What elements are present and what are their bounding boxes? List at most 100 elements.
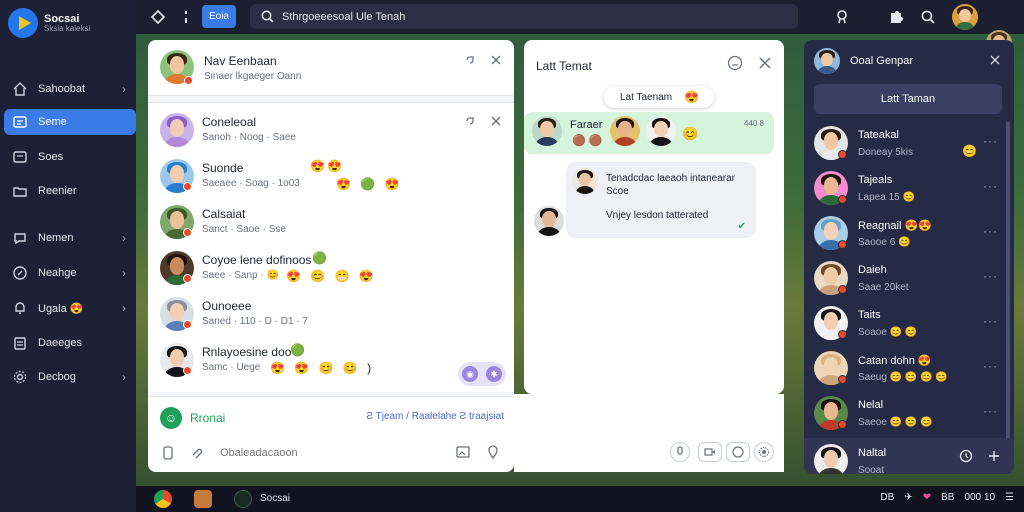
list-item[interactable]: Reagnail 😍😍 Saooe 6 😊 ··· — [812, 212, 998, 256]
chevron-right-icon: › — [122, 301, 126, 315]
attach-icon[interactable] — [160, 445, 176, 461]
conversation-pill[interactable]: Lat Taenam 😍 — [604, 86, 714, 108]
emoji-icon[interactable] — [726, 442, 750, 462]
list-item[interactable]: Suonde 😍😍 Saeaee · Soag · 1o03 😍 🟢 😍 — [160, 155, 500, 197]
list-item[interactable]: Coyoe lene dofinoos 🟢 Saee · Sanp · 😊 😍 … — [160, 247, 500, 289]
status-dot — [838, 420, 847, 429]
friend-name: Daieh — [858, 264, 887, 276]
highlight-card[interactable]: Faraer 🟤🟤 😊 440 8 — [524, 112, 774, 154]
more-icon[interactable]: ··· — [983, 134, 998, 148]
tray-item[interactable]: ❤ — [923, 492, 931, 503]
pin-icon[interactable] — [484, 443, 502, 461]
status-dot — [838, 330, 847, 339]
friend-name: Naltal — [858, 447, 887, 459]
camera-icon[interactable]: ◉ — [462, 366, 478, 382]
sidebar-item-soes[interactable]: Soes — [4, 144, 136, 170]
tray-item[interactable]: ✈ — [904, 492, 912, 503]
settings-icon[interactable] — [754, 442, 774, 462]
avatar — [160, 113, 194, 147]
more-icon[interactable]: ··· — [983, 224, 998, 238]
mic-icon[interactable] — [670, 442, 690, 462]
link-icon[interactable] — [462, 52, 478, 68]
reaction-emojis: 😍 😊 😁 😍 — [286, 269, 377, 283]
close-icon[interactable] — [488, 52, 504, 68]
settings-icon[interactable] — [148, 7, 168, 27]
more-icon[interactable]: ··· — [983, 359, 998, 373]
search-icon[interactable] — [918, 7, 938, 27]
clock-icon[interactable] — [958, 448, 974, 464]
reaction-emojis: 😍 😍 😊 😊 ) — [270, 361, 375, 375]
message-icon — [12, 149, 28, 165]
close-icon[interactable] — [988, 53, 1002, 67]
more-icon[interactable]: ··· — [983, 179, 998, 193]
more-icon[interactable]: ··· — [983, 269, 998, 283]
app-icon[interactable] — [194, 490, 212, 508]
brand[interactable]: Socsai Sksia kaieksi — [8, 8, 90, 38]
friends-tab[interactable]: Latt Taman — [814, 84, 1002, 114]
sidebar-item-home[interactable]: Sahoobat › — [4, 76, 136, 102]
friend-status: Doneay 5kis — [858, 147, 914, 158]
link-icon[interactable] — [190, 445, 206, 461]
list-item[interactable]: Daieh Saae 20ket ··· — [812, 257, 998, 301]
close-icon[interactable] — [756, 54, 774, 72]
sidebar-item-reenier[interactable]: Reenier — [4, 178, 136, 204]
chevron-right-icon: › — [122, 82, 126, 96]
tray-clock[interactable]: 000 10 — [964, 492, 995, 503]
highlight-emoji: 😊 — [682, 126, 699, 141]
sidebar-item-nemen[interactable]: Nemen › — [4, 225, 136, 251]
sidebar-item-daeeges[interactable]: Daeeges — [4, 330, 136, 356]
tray-item[interactable]: DB — [880, 492, 894, 503]
video-icon[interactable] — [698, 442, 722, 462]
sidebar-item-neahge[interactable]: Neahge › — [4, 260, 136, 286]
home-icon — [12, 81, 28, 97]
message-field[interactable] — [160, 441, 490, 465]
list-item[interactable]: Nelal Saeoe 😊 😊 😊 ··· — [812, 392, 998, 436]
scrollbar[interactable] — [1006, 122, 1010, 442]
chat-meta: Samc · Uege — [202, 362, 261, 373]
list-item[interactable]: Catan dohn 😍 Saeug 😊 😊 😊 😊 ··· — [812, 347, 998, 391]
friends-footer: Naltal Sooat — [804, 438, 1014, 474]
highlight-reactions: 🟤🟤 — [572, 135, 606, 147]
plus-icon[interactable] — [986, 448, 1002, 464]
list-item[interactable]: Tateakal Doneay 5kis 😊 ··· — [812, 122, 998, 166]
list-item[interactable]: Tajeals Lapea 15 😊 ··· — [812, 167, 998, 211]
composer-links[interactable]: Ƨ Tjeam / Raalelahe Ƨ traajsiat — [366, 411, 504, 422]
sidebar-item-decbog[interactable]: Decbog › — [4, 364, 136, 390]
edit-button[interactable]: Eoia — [202, 5, 236, 28]
app-icon[interactable] — [234, 490, 252, 508]
notification-icon[interactable]: ☰ — [1005, 492, 1014, 503]
more-icon[interactable]: ··· — [983, 404, 998, 418]
emoji-icon[interactable] — [726, 54, 744, 72]
list-item[interactable]: Coneleoal Sanoh · Noog · Saee — [160, 109, 500, 151]
chat-list: Coneleoal Sanoh · Noog · Saee Suonde 😍😍 … — [148, 102, 514, 392]
chrome-icon[interactable] — [154, 490, 172, 508]
more-icon[interactable]: ··· — [983, 314, 998, 328]
more-vertical-icon[interactable] — [176, 7, 196, 27]
list-item[interactable]: Rnlayoesine doo 🟢 Samc · Uege 😍 😍 😊 😊 ) — [160, 339, 500, 381]
message-text: Tenadcdac laeaoh intanearar Scoe — [606, 173, 735, 197]
user-icon[interactable] — [832, 7, 852, 27]
active-chat-card[interactable]: Nav Eenbaan Sinaer lkgaeger Oann — [148, 40, 514, 96]
list-item[interactable]: Ounoeee Saned · 110 · D · D1 · 7 — [160, 293, 500, 335]
search-input[interactable] — [282, 10, 762, 23]
read-receipt-icon: ✔ — [737, 221, 746, 232]
gear-icon[interactable]: ✱ — [486, 366, 502, 382]
composer-brand-label: Rronai — [190, 411, 226, 425]
sidebar-item-seme[interactable]: Seme — [4, 109, 136, 135]
tray-item[interactable]: BB — [941, 492, 954, 503]
avatar[interactable] — [952, 4, 978, 30]
list-item[interactable]: Calsaiat Sanct · Saoe · Sse — [160, 201, 500, 243]
sidebar-item-ugala[interactable]: Ugala 😍 › — [4, 295, 136, 321]
puzzle-icon[interactable] — [886, 7, 906, 27]
list-item[interactable]: Taits Soaoe 😊 😊 ··· — [812, 302, 998, 346]
image-icon[interactable] — [454, 443, 472, 461]
friend-status: Sooat — [858, 465, 885, 474]
message-input[interactable] — [220, 447, 460, 459]
friend-status: Saae 20ket — [858, 282, 909, 293]
sidebar-item-label: Daeeges — [38, 337, 83, 349]
taskbar-label[interactable]: Socsai — [260, 493, 290, 504]
conversation-title: Latt Temat — [536, 59, 592, 73]
chat-name: Coneleoal — [202, 115, 257, 129]
friend-name: Tateakal — [858, 129, 899, 141]
search-bar[interactable] — [250, 4, 798, 29]
